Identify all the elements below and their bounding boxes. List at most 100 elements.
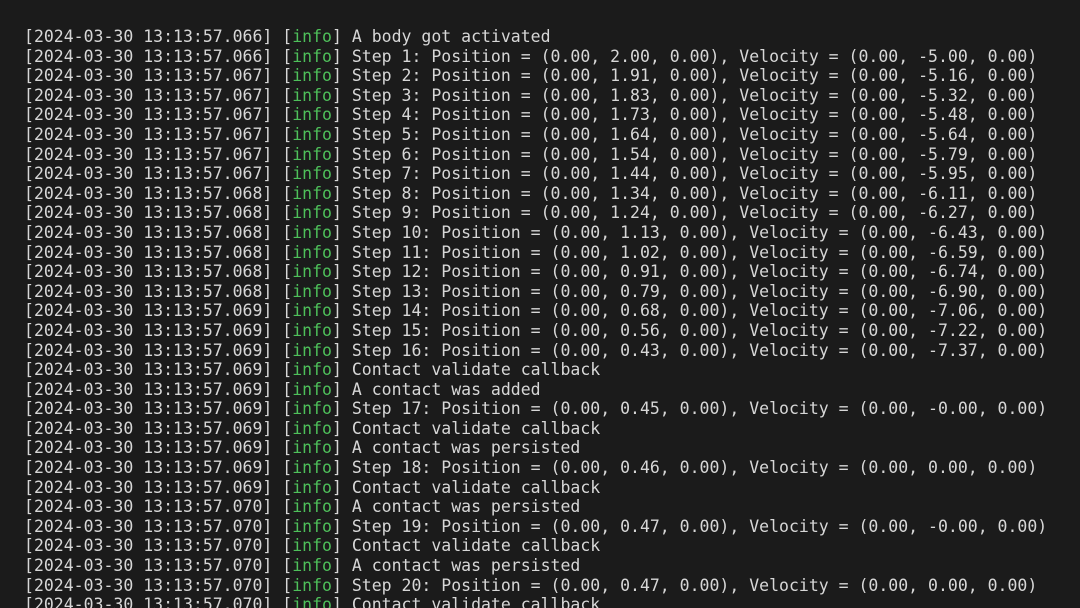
log-line: [2024-03-30 13:13:57.068] [info] Step 10… bbox=[24, 222, 1048, 242]
log-message: Step 15: Position = (0.00, 0.56, 0.00), … bbox=[351, 320, 1048, 340]
log-line: [2024-03-30 13:13:57.068] [info] Step 9:… bbox=[24, 203, 1038, 223]
log-message: Step 4: Position = (0.00, 1.73, 0.00), V… bbox=[351, 105, 1038, 125]
log-timestamp: 2024-03-30 13:13:57.070 bbox=[33, 516, 263, 536]
log-line: [2024-03-30 13:13:57.069] [info] Step 14… bbox=[24, 301, 1048, 321]
log-timestamp: 2024-03-30 13:13:57.069 bbox=[33, 477, 263, 497]
log-message: Step 19: Position = (0.00, 0.47, 0.00), … bbox=[351, 516, 1048, 536]
log-message: Step 11: Position = (0.00, 1.02, 0.00), … bbox=[351, 242, 1048, 262]
log-line: [2024-03-30 13:13:57.068] [info] Step 11… bbox=[24, 242, 1048, 262]
log-message: Step 6: Position = (0.00, 1.54, 0.00), V… bbox=[351, 144, 1038, 164]
log-level: info bbox=[292, 281, 332, 301]
log-line: [2024-03-30 13:13:57.069] [info] Step 18… bbox=[24, 458, 1038, 478]
log-timestamp: 2024-03-30 13:13:57.068 bbox=[33, 183, 263, 203]
log-message: Contact validate callback bbox=[351, 418, 601, 438]
log-message: A contact was persisted bbox=[351, 556, 581, 576]
log-timestamp: 2024-03-30 13:13:57.069 bbox=[33, 418, 263, 438]
log-level: info bbox=[292, 242, 332, 262]
log-level: info bbox=[292, 262, 332, 282]
log-level: info bbox=[292, 203, 332, 223]
log-message: Step 2: Position = (0.00, 1.91, 0.00), V… bbox=[351, 66, 1038, 86]
log-level: info bbox=[292, 183, 332, 203]
log-message: Step 3: Position = (0.00, 1.83, 0.00), V… bbox=[351, 85, 1038, 105]
log-level: info bbox=[292, 164, 332, 184]
log-timestamp: 2024-03-30 13:13:57.067 bbox=[33, 144, 263, 164]
log-level: info bbox=[292, 379, 332, 399]
log-line: [2024-03-30 13:13:57.069] [info] Contact… bbox=[24, 360, 601, 380]
log-timestamp: 2024-03-30 13:13:57.070 bbox=[33, 595, 263, 608]
log-timestamp: 2024-03-30 13:13:57.067 bbox=[33, 124, 263, 144]
log-level: info bbox=[292, 536, 332, 556]
log-line: [2024-03-30 13:13:57.067] [info] Step 7:… bbox=[24, 164, 1038, 184]
log-message: Step 14: Position = (0.00, 0.68, 0.00), … bbox=[351, 301, 1048, 321]
log-level: info bbox=[292, 222, 332, 242]
terminal-window[interactable]: [2024-03-30 13:13:57.066] [info] A body … bbox=[0, 0, 1080, 608]
log-line: [2024-03-30 13:13:57.070] [info] Step 20… bbox=[24, 575, 1038, 595]
log-timestamp: 2024-03-30 13:13:57.070 bbox=[33, 556, 263, 576]
log-line: [2024-03-30 13:13:57.069] [info] Step 16… bbox=[24, 340, 1048, 360]
log-level: info bbox=[292, 27, 332, 46]
log-level: info bbox=[292, 497, 332, 517]
log-timestamp: 2024-03-30 13:13:57.069 bbox=[33, 301, 263, 321]
log-timestamp: 2024-03-30 13:13:57.068 bbox=[33, 281, 263, 301]
log-timestamp: 2024-03-30 13:13:57.069 bbox=[33, 320, 263, 340]
log-line: [2024-03-30 13:13:57.067] [info] Step 4:… bbox=[24, 105, 1038, 125]
log-level: info bbox=[292, 320, 332, 340]
log-timestamp: 2024-03-30 13:13:57.067 bbox=[33, 105, 263, 125]
log-level: info bbox=[292, 516, 332, 536]
log-message: A contact was persisted bbox=[351, 497, 581, 517]
log-line: [2024-03-30 13:13:57.069] [info] A conta… bbox=[24, 438, 581, 458]
log-level: info bbox=[292, 360, 332, 380]
log-line: [2024-03-30 13:13:57.069] [info] Contact… bbox=[24, 418, 601, 438]
log-line: [2024-03-30 13:13:57.068] [info] Step 12… bbox=[24, 262, 1048, 282]
log-level: info bbox=[292, 124, 332, 144]
log-line: [2024-03-30 13:13:57.070] [info] Contact… bbox=[24, 536, 601, 556]
log-line: [2024-03-30 13:13:57.069] [info] Contact… bbox=[24, 477, 601, 497]
log-line: [2024-03-30 13:13:57.069] [info] Step 17… bbox=[24, 399, 1048, 419]
log-line: [2024-03-30 13:13:57.070] [info] A conta… bbox=[24, 497, 581, 517]
log-level: info bbox=[292, 477, 332, 497]
log-timestamp: 2024-03-30 13:13:57.067 bbox=[33, 85, 263, 105]
log-line: [2024-03-30 13:13:57.066] [info] A body … bbox=[24, 27, 551, 46]
log-message: Contact validate callback bbox=[351, 595, 601, 608]
log-level: info bbox=[292, 458, 332, 478]
log-line: [2024-03-30 13:13:57.067] [info] Step 6:… bbox=[24, 144, 1038, 164]
log-message: Step 8: Position = (0.00, 1.34, 0.00), V… bbox=[351, 183, 1038, 203]
log-line: [2024-03-30 13:13:57.068] [info] Step 8:… bbox=[24, 183, 1038, 203]
log-line: [2024-03-30 13:13:57.068] [info] Step 13… bbox=[24, 281, 1048, 301]
log-timestamp: 2024-03-30 13:13:57.069 bbox=[33, 360, 263, 380]
log-timestamp: 2024-03-30 13:13:57.066 bbox=[33, 46, 263, 66]
log-line: [2024-03-30 13:13:57.067] [info] Step 2:… bbox=[24, 66, 1038, 86]
log-level: info bbox=[292, 66, 332, 86]
log-message: A body got activated bbox=[351, 27, 551, 46]
log-message: Contact validate callback bbox=[351, 360, 601, 380]
log-level: info bbox=[292, 301, 332, 321]
log-line: [2024-03-30 13:13:57.067] [info] Step 3:… bbox=[24, 85, 1038, 105]
log-level: info bbox=[292, 575, 332, 595]
log-level: info bbox=[292, 144, 332, 164]
log-level: info bbox=[292, 438, 332, 458]
log-level: info bbox=[292, 418, 332, 438]
log-message: Step 20: Position = (0.00, 0.47, 0.00), … bbox=[351, 575, 1038, 595]
log-timestamp: 2024-03-30 13:13:57.069 bbox=[33, 379, 263, 399]
log-line: [2024-03-30 13:13:57.069] [info] A conta… bbox=[24, 379, 541, 399]
log-line: [2024-03-30 13:13:57.070] [info] Contact… bbox=[24, 595, 1047, 608]
log-timestamp: 2024-03-30 13:13:57.070 bbox=[33, 575, 263, 595]
log-message: A contact was persisted bbox=[351, 438, 581, 458]
log-message: Step 9: Position = (0.00, 1.24, 0.00), V… bbox=[351, 203, 1038, 223]
log-message: Step 13: Position = (0.00, 0.79, 0.00), … bbox=[351, 281, 1048, 301]
log-timestamp: 2024-03-30 13:13:57.068 bbox=[33, 203, 263, 223]
log-timestamp: 2024-03-30 13:13:57.066 bbox=[33, 27, 263, 46]
log-timestamp: 2024-03-30 13:13:57.069 bbox=[33, 399, 263, 419]
log-timestamp: 2024-03-30 13:13:57.067 bbox=[33, 66, 263, 86]
log-timestamp: 2024-03-30 13:13:57.067 bbox=[33, 164, 263, 184]
log-message: Contact validate callback bbox=[351, 536, 601, 556]
log-level: info bbox=[292, 399, 332, 419]
log-timestamp: 2024-03-30 13:13:57.068 bbox=[33, 222, 263, 242]
log-timestamp: 2024-03-30 13:13:57.068 bbox=[33, 262, 263, 282]
log-line: [2024-03-30 13:13:57.069] [info] Step 15… bbox=[24, 320, 1048, 340]
log-level: info bbox=[292, 340, 332, 360]
log-message: Step 18: Position = (0.00, 0.46, 0.00), … bbox=[351, 458, 1038, 478]
log-message: A contact was added bbox=[351, 379, 541, 399]
log-message: Step 7: Position = (0.00, 1.44, 0.00), V… bbox=[351, 164, 1038, 184]
log-level: info bbox=[292, 85, 332, 105]
